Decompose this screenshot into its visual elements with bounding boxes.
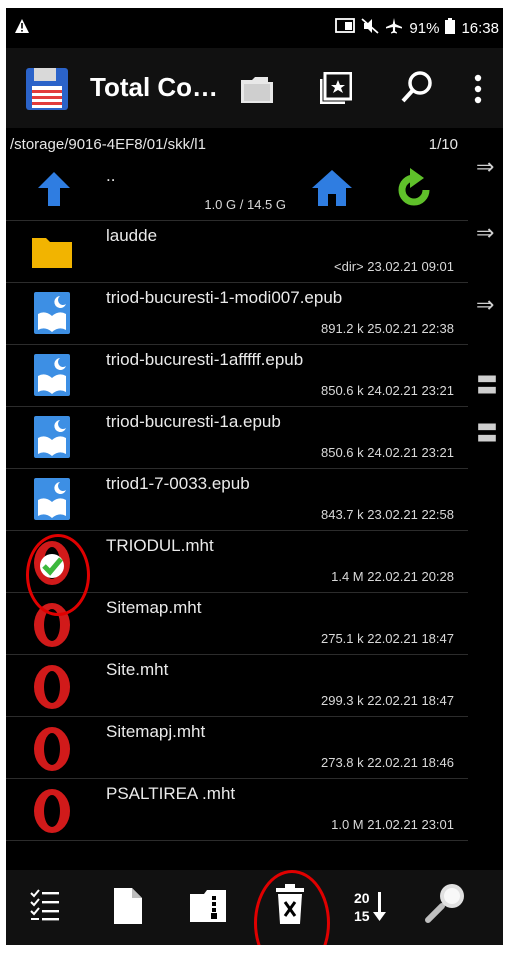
file-name: Sitemap.mht <box>106 598 202 617</box>
file-meta: 273.8 k 22.02.21 18:46 <box>320 755 454 770</box>
parent-directory-row[interactable]: .. 1.0 G / 14.5 G <box>6 158 468 221</box>
sort-label-top: 20 <box>354 890 370 906</box>
disk-space: 1.0 G / 14.5 G <box>204 197 286 212</box>
file-meta: 1.0 M 21.02.21 23:01 <box>331 817 454 832</box>
warning-icon <box>14 18 30 39</box>
search-icon[interactable] <box>400 70 434 109</box>
list-item[interactable]: triod-bucuresti-1afffff.epub 850.6 k 24.… <box>6 344 468 407</box>
clock: 16:38 <box>461 19 499 37</box>
cast-icon <box>335 18 356 38</box>
file-name: laudde <box>106 226 158 245</box>
list-item[interactable]: triod-bucuresti-1-modi007.epub 891.2 k 2… <box>6 282 468 345</box>
sort-label-bottom: 15 <box>354 908 370 924</box>
opera-icon <box>32 726 72 777</box>
list-item[interactable]: triod1-7-0033.epub 843.7 k 23.02.21 22:5… <box>6 468 468 531</box>
file-meta: 299.3 k 22.02.21 18:47 <box>320 693 454 708</box>
epub-book-icon <box>32 354 72 401</box>
annotation-circle-selected-file <box>26 534 90 616</box>
file-name: PSALTIREA .mht <box>106 784 236 803</box>
list-item[interactable]: PSALTIREA .mht 1.0 M 21.02.21 23:01 <box>6 778 468 841</box>
find-magnifier-icon[interactable] <box>424 882 466 929</box>
up-arrow-icon <box>38 172 70 211</box>
arrow-right-icon[interactable]: ⇒ <box>476 154 494 180</box>
bookmarks-icon[interactable] <box>319 71 353 109</box>
battery-percent: 91% <box>409 19 440 37</box>
list-item[interactable]: triod-bucuresti-1a.epub 850.6 k 24.02.21… <box>6 406 468 469</box>
file-meta: <dir> 23.02.21 09:01 <box>334 259 454 274</box>
app-header: Total Co… <box>6 48 503 128</box>
refresh-icon[interactable] <box>396 168 432 213</box>
archive-zip-icon[interactable] <box>190 888 226 929</box>
file-meta: 1.4 M 22.02.21 20:28 <box>331 569 454 584</box>
file-name: triod1-7-0033.epub <box>106 474 250 493</box>
file-name: triod-bucuresti-1afffff.epub <box>106 350 304 369</box>
select-list-icon[interactable] <box>30 888 60 927</box>
list-item[interactable]: Site.mht 299.3 k 22.02.21 18:47 <box>6 654 468 717</box>
list-item[interactable]: Sitemapj.mht 273.8 k 22.02.21 18:46 <box>6 716 468 779</box>
file-name: Sitemapj.mht <box>106 722 206 741</box>
file-meta: 275.1 k 22.02.21 18:47 <box>320 631 454 646</box>
battery-icon <box>445 18 456 38</box>
status-bar: 91% 16:38 <box>6 8 503 48</box>
opera-icon <box>32 788 72 839</box>
file-name: .. <box>106 166 116 185</box>
file-name: triod-bucuresti-1-modi007.epub <box>106 288 343 307</box>
file-meta: 843.7 k 23.02.21 22:58 <box>320 507 454 522</box>
current-path: /storage/9016-4EF8/01/skk/l1 <box>10 136 206 153</box>
page-indicator: 1/10 <box>428 136 458 153</box>
new-file-icon[interactable] <box>114 888 142 929</box>
drag-handle-icon[interactable]: 〓 <box>476 416 498 448</box>
drag-handle-icon[interactable]: 〓 <box>476 368 498 400</box>
epub-book-icon <box>32 416 72 463</box>
file-name: Site.mht <box>106 660 169 679</box>
home-icon[interactable] <box>312 170 352 211</box>
opera-icon <box>32 664 72 715</box>
folder-icon[interactable] <box>240 74 274 109</box>
total-commander-window: 91% 16:38 Total Co… /storage/9016-4EF8/0… <box>6 8 503 945</box>
file-name: triod-bucuresti-1a.epub <box>106 412 281 431</box>
app-title: Total Co… <box>90 72 219 102</box>
mute-icon <box>361 18 380 38</box>
overflow-menu-icon[interactable] <box>474 74 482 109</box>
epub-book-icon <box>32 478 72 525</box>
epub-book-icon <box>32 292 72 339</box>
app-logo-floppy-icon <box>24 66 70 117</box>
airplane-mode-icon <box>385 18 403 38</box>
arrow-right-icon[interactable]: ⇒ <box>476 220 494 246</box>
file-meta: 891.2 k 25.02.21 22:38 <box>320 321 454 336</box>
file-name: TRIODUL.mht <box>106 536 214 555</box>
folder-icon <box>32 230 72 275</box>
path-bar[interactable]: /storage/9016-4EF8/01/skk/l1 1/10 <box>6 130 468 160</box>
file-meta: 850.6 k 24.02.21 23:21 <box>320 445 454 460</box>
file-meta: 850.6 k 24.02.21 23:21 <box>320 383 454 398</box>
arrow-right-icon[interactable]: ⇒ <box>476 292 494 318</box>
sort-icon[interactable]: 20 15 <box>352 888 388 929</box>
list-item[interactable]: laudde <dir> 23.02.21 09:01 <box>6 220 468 283</box>
